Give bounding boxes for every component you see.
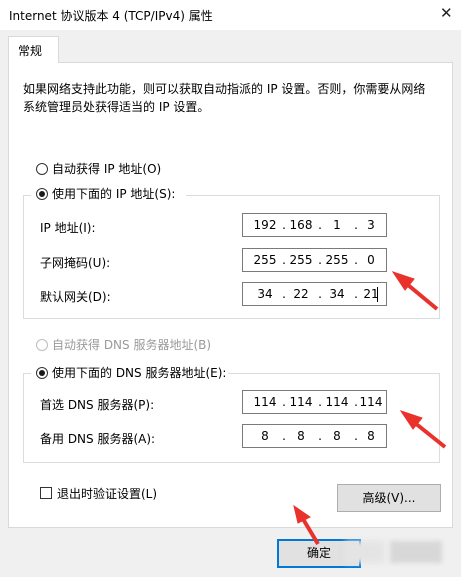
tab-general[interactable]: 常规 bbox=[8, 36, 59, 63]
arrow-ok-head bbox=[293, 504, 311, 524]
annotation-arrows bbox=[293, 271, 447, 546]
tab-general-label: 常规 bbox=[18, 44, 43, 58]
